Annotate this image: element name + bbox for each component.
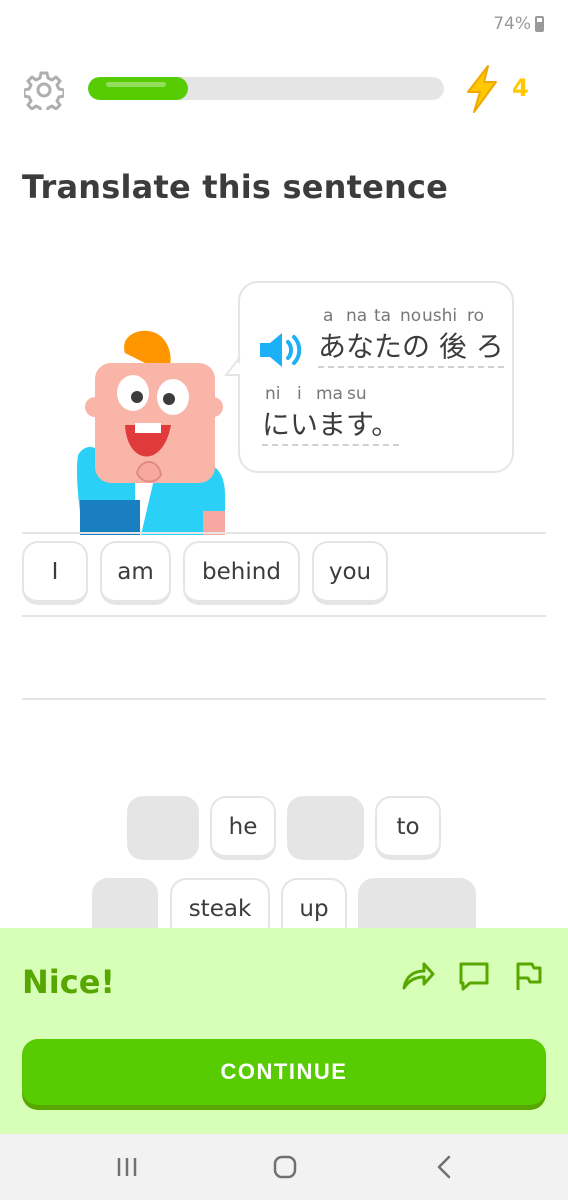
energy-bolt-icon: [467, 65, 497, 113]
status-bar: 74%: [493, 14, 544, 34]
hint-token[interactable]: ma: [316, 384, 343, 404]
character-illustration: [76, 330, 225, 535]
flag-icon[interactable]: [510, 958, 546, 994]
word-bank-empty-slot: [127, 796, 199, 860]
progress-fill: [88, 77, 188, 100]
answer-line-bottom: [22, 698, 546, 700]
speech-bubble-tail: [224, 356, 246, 376]
comment-icon[interactable]: [456, 958, 492, 994]
battery-text: 74%: [493, 14, 531, 34]
answer-word-chip[interactable]: I: [22, 541, 88, 605]
hint-token[interactable]: su: [347, 384, 367, 404]
word-bank-empty-slot: [287, 796, 364, 860]
home-icon[interactable]: [272, 1154, 298, 1180]
energy-count: 4: [512, 74, 529, 102]
hint-token[interactable]: no: [400, 306, 421, 326]
word-bank-chip[interactable]: to: [375, 796, 441, 860]
answer-line-middle: [22, 615, 546, 617]
hint-token[interactable]: ta: [374, 306, 391, 326]
speaker-icon[interactable]: [258, 330, 304, 370]
lesson-progress-bar: [88, 77, 444, 100]
hint-token[interactable]: a: [323, 306, 333, 326]
page-title: Translate this sentence: [22, 168, 449, 206]
back-icon[interactable]: [432, 1154, 458, 1180]
battery-icon: [535, 16, 544, 32]
word-bank-chip[interactable]: he: [210, 796, 276, 860]
hint-token[interactable]: ro: [467, 306, 484, 326]
answer-line-top: [22, 532, 546, 534]
hint-token[interactable]: na: [346, 306, 367, 326]
hint-token[interactable]: ushi: [422, 306, 457, 326]
japanese-line-1[interactable]: あなたの 後 ろ: [318, 330, 504, 368]
answer-word-chip[interactable]: am: [100, 541, 171, 605]
japanese-line-2[interactable]: にいます。: [262, 408, 400, 446]
answer-word-chip[interactable]: behind: [183, 541, 300, 605]
share-icon[interactable]: [400, 958, 436, 994]
hint-token[interactable]: i: [297, 384, 302, 404]
hint-token[interactable]: ni: [265, 384, 281, 404]
continue-button[interactable]: CONTINUE: [22, 1039, 546, 1105]
feedback-message: Nice!: [22, 963, 116, 1001]
answer-word-chip[interactable]: you: [312, 541, 388, 605]
settings-gear-icon[interactable]: [24, 70, 64, 110]
recent-apps-icon[interactable]: [114, 1154, 140, 1180]
